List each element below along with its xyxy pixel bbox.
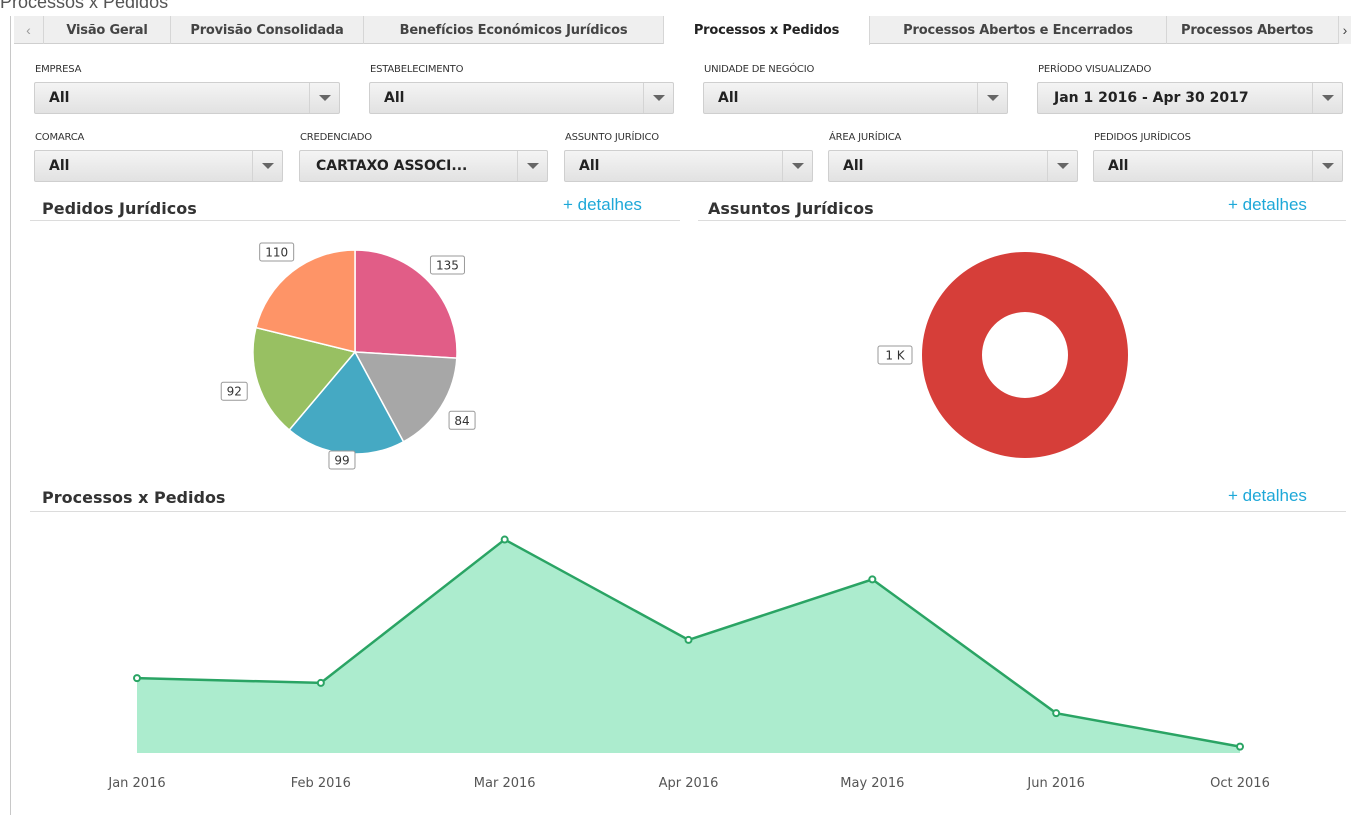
tab-processos-pedidos[interactable]: Processos x Pedidos [664,16,870,45]
tab-bar: ‹ Visão Geral Provisão Consolidada Benef… [14,16,1351,45]
pedidos-juridicos-select[interactable]: All [1093,150,1343,182]
tab-processos-abertos[interactable]: Processos Abertos [1167,16,1339,44]
assuntos-divider [698,220,1346,221]
comarca-value: All [49,158,70,174]
area-juridica-select[interactable]: All [828,150,1078,182]
pedidos-divider [30,220,680,221]
empresa-select[interactable]: All [34,82,340,114]
x-tick-label: May 2016 [840,776,904,791]
x-tick-label: Apr 2016 [659,776,719,791]
pie-data-label: 99 [334,454,349,468]
credenciado-value: CARTAXO ASSOCI... [316,158,468,174]
data-point [868,575,877,584]
credenciado-select[interactable]: CARTAXO ASSOCI... [299,150,548,182]
chevron-down-icon [309,83,339,113]
filter-label-estabelecimento: ESTABELECIMENTO [370,64,464,75]
donut-data-label: 1 K [885,349,905,363]
filter-label-empresa: EMPRESA [35,64,82,75]
chevron-down-icon [517,151,547,181]
pie-data-label: 92 [227,385,242,399]
x-tick-label: Jun 2016 [1026,776,1085,791]
periodo-value: Jan 1 2016 - Apr 30 2017 [1054,90,1249,106]
chevron-down-icon [782,151,812,181]
data-point [684,635,693,644]
tab-visao-geral[interactable]: Visão Geral [44,16,171,44]
pie-data-label: 135 [436,258,459,272]
donut-slice [922,252,1128,458]
filter-label-unidade: UNIDADE DE NEGÓCIO [704,64,815,75]
window-title: Processos x Pedidos [0,0,169,12]
pie-data-label: 110 [265,246,288,260]
tab-processos-abertos-encerrados[interactable]: Processos Abertos e Encerrados [870,16,1167,44]
x-tick-label: Jan 2016 [107,776,165,791]
chevron-down-icon [1312,151,1342,181]
assunto-juridico-select[interactable]: All [564,150,813,182]
filter-label-pedidos: PEDIDOS JURÍDICOS [1094,132,1191,143]
assuntos-juridicos-title: Assuntos Jurídicos [708,199,874,218]
chevron-down-icon [1047,151,1077,181]
processos-divider [30,511,1346,512]
processos-area-chart: Jan 2016 Feb 2016 Mar 2016 Apr 2016 May 2016… [107,535,1270,791]
pie-data-label: 84 [454,414,469,428]
chevron-down-icon [977,83,1007,113]
pedidos-pie-chart: 135 84 99 92 110 [220,242,476,470]
filter-label-credenciado: CREDENCIADO [300,132,372,143]
pedidos-value: All [1108,158,1129,174]
assuntos-donut-chart: 1 K [877,252,1128,458]
estabelecimento-value: All [384,90,405,106]
processos-pedidos-title: Processos x Pedidos [42,488,226,507]
empresa-value: All [49,90,70,106]
unidade-value: All [718,90,739,106]
data-point [1236,742,1244,751]
tab-provisao-consolidada[interactable]: Provisão Consolidada [171,16,364,44]
comarca-select[interactable]: All [34,150,283,182]
pedidos-juridicos-title: Pedidos Jurídicos [42,199,197,218]
area-fill [137,539,1240,753]
processos-detalhes-link[interactable]: + detalhes [1228,486,1307,506]
filter-label-area: ÁREA JURÍDICA [829,132,902,143]
filter-label-comarca: COMARCA [35,132,85,143]
pedidos-detalhes-link[interactable]: + detalhes [563,195,642,215]
chevron-down-icon [643,83,673,113]
filter-label-periodo: PERÍODO VISUALIZADO [1038,64,1152,75]
assunto-value: All [579,158,600,174]
data-point [1052,709,1061,718]
unidade-negocio-select[interactable]: All [703,82,1008,114]
x-tick-label: Oct 2016 [1210,776,1270,791]
estabelecimento-select[interactable]: All [369,82,674,114]
tab-scroll-left-icon[interactable]: ‹ [14,16,44,44]
data-point [316,678,325,687]
x-tick-label: Feb 2016 [291,776,351,791]
data-point [133,674,141,683]
filter-label-assunto: ASSUNTO JURÍDICO [565,132,659,143]
assuntos-detalhes-link[interactable]: + detalhes [1228,195,1307,215]
chevron-down-icon [252,151,282,181]
chevron-down-icon [1312,83,1342,113]
data-point [500,535,509,544]
tab-beneficios-economicos[interactable]: Benefícios Económicos Jurídicos [364,16,664,44]
tab-scroll-right-icon[interactable]: › [1339,16,1351,44]
x-tick-label: Mar 2016 [474,776,536,791]
periodo-select[interactable]: Jan 1 2016 - Apr 30 2017 [1037,82,1343,114]
area-value: All [843,158,864,174]
